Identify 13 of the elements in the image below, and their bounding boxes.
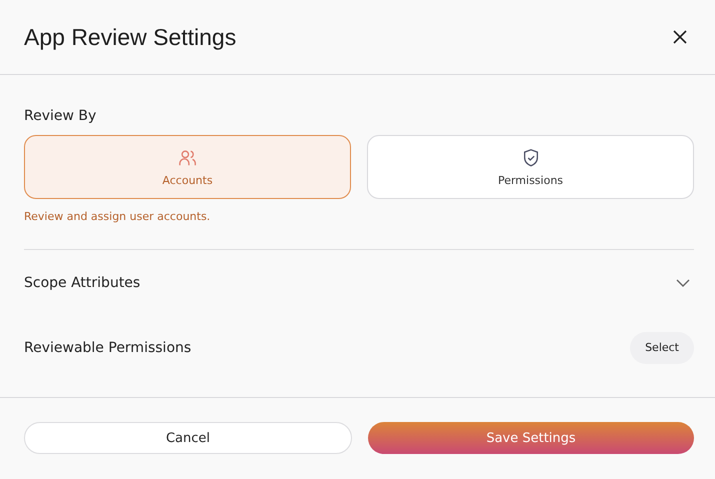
section-label: Reviewable Permissions: [24, 340, 192, 356]
select-button[interactable]: Select: [630, 332, 694, 364]
users-icon: [178, 148, 198, 168]
chevron-icon: [676, 278, 690, 286]
close-icon: [673, 30, 687, 44]
description-text: Review and assign user accounts.: [24, 210, 212, 223]
section-label: Review By: [24, 108, 98, 124]
save-button[interactable]: Save Settings: [368, 422, 694, 454]
review-option[interactable]: Permissions: [367, 135, 694, 199]
dialog-title: App Review Settings: [24, 24, 236, 50]
section-label: Scope Attributes: [24, 274, 140, 290]
cancel-button[interactable]: Cancel: [24, 422, 352, 454]
review-option[interactable]: Accounts: [24, 135, 351, 199]
